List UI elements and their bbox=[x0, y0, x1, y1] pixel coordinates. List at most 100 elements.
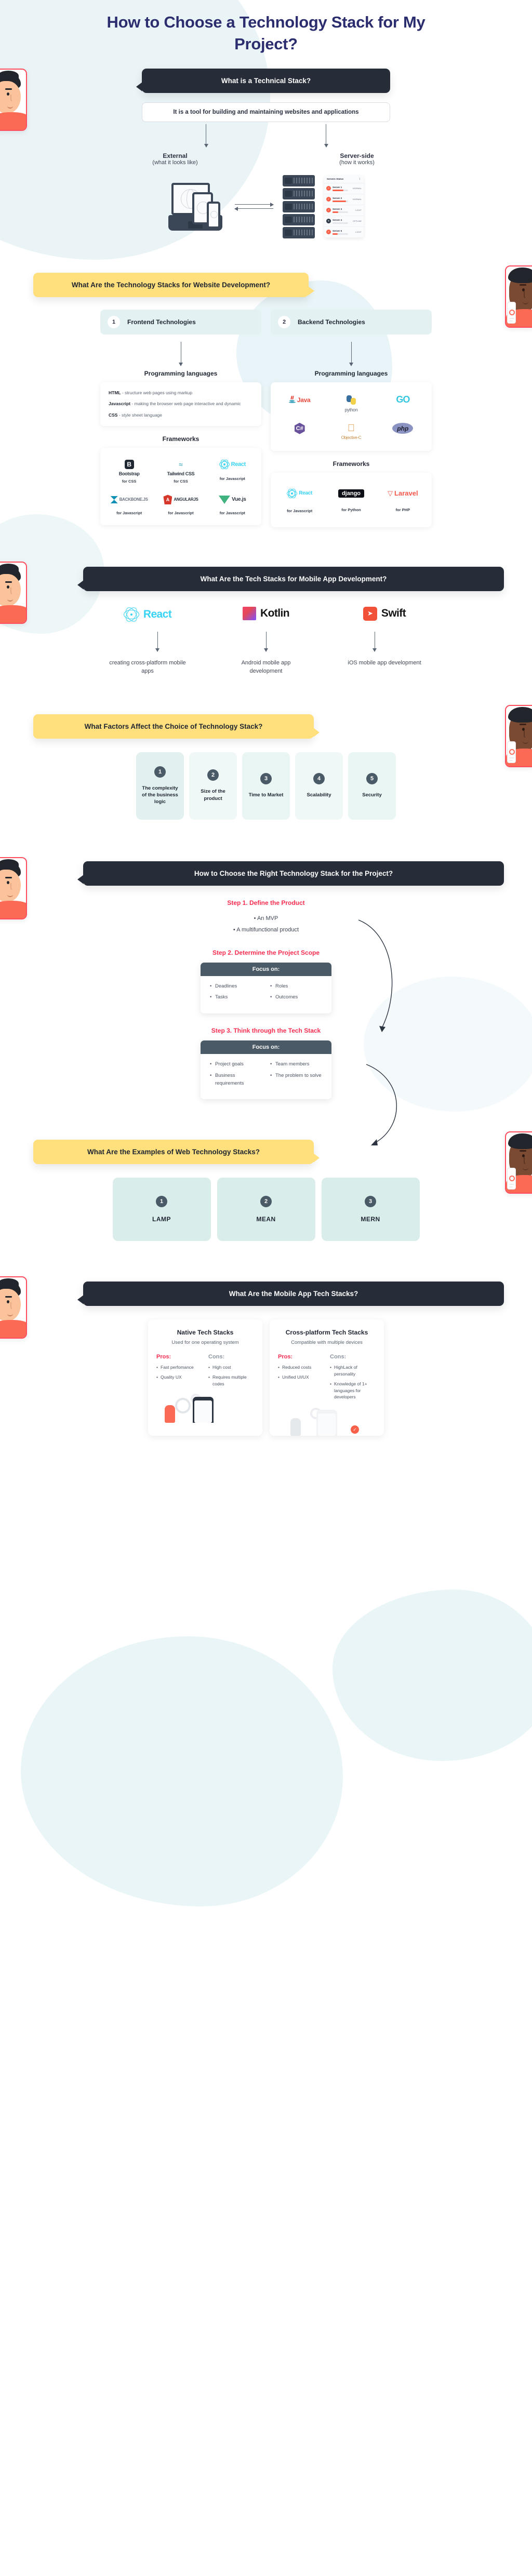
framework-caption: for PHP bbox=[395, 507, 410, 512]
example-card-lamp[interactable]: 1 LAMP bbox=[112, 1178, 211, 1242]
frontend-frameworks-card: B Bootstrap for CSS ≈ Tailwind CSS for C… bbox=[100, 447, 261, 525]
server-name: Server 1 bbox=[332, 185, 342, 189]
server-status-label: NORMAL bbox=[352, 198, 362, 201]
language-desc: - structure web pages using markup bbox=[121, 390, 193, 395]
vue-icon bbox=[219, 495, 231, 504]
language-csharp[interactable]: C# bbox=[274, 417, 325, 445]
server-name: Server 5 bbox=[332, 229, 342, 232]
progress-ring-icon bbox=[509, 1176, 515, 1182]
arrow-down-react bbox=[155, 631, 159, 652]
example-number: 2 bbox=[260, 1196, 272, 1208]
more-options-icon[interactable]: ⋮ bbox=[358, 178, 361, 181]
pros-label: Pros: bbox=[278, 1354, 293, 1360]
eyebrow-icon bbox=[520, 284, 526, 286]
check-badge-icon: ✓ bbox=[351, 1425, 359, 1434]
step1-title: Step 1. Define the Product bbox=[227, 899, 305, 906]
framework-react-be[interactable]: React for Javascript bbox=[274, 482, 325, 518]
mobile-item-react[interactable]: React bbox=[106, 605, 189, 624]
hair-top-shape bbox=[0, 70, 19, 81]
eyebrow-icon bbox=[5, 1296, 12, 1298]
pros-item: Unified UI/UX bbox=[278, 1374, 324, 1381]
avatar-left-3 bbox=[0, 857, 27, 919]
hair-top-shape bbox=[0, 1278, 19, 1289]
factor-card-3[interactable]: 3 Time to Market bbox=[242, 752, 290, 820]
factor-card-1[interactable]: 1 The complexity of the business logic bbox=[136, 752, 184, 820]
avatar-right-3 bbox=[505, 1131, 532, 1194]
question-bubble-4: What Factors Affect the Choice of Techno… bbox=[33, 714, 320, 739]
focus-label: Focus on: bbox=[201, 962, 331, 976]
backend-language-grid: Java python GO C# Objective-C php bbox=[274, 389, 429, 445]
focus-item: Tasks bbox=[210, 994, 262, 1002]
server-load-bar bbox=[332, 200, 348, 202]
framework-name: Bootstrap bbox=[118, 471, 140, 476]
framework-caption: for Javascript bbox=[168, 510, 194, 515]
hair-top-shape bbox=[0, 859, 19, 870]
shirt-shape bbox=[0, 112, 26, 130]
apple-icon:  bbox=[348, 423, 355, 433]
question-bubble-3: What Are the Tech Stacks for Mobile App … bbox=[77, 566, 504, 591]
framework-tailwind[interactable]: ≈ Tailwind CSS for CSS bbox=[155, 453, 206, 488]
avatar-face bbox=[506, 1132, 532, 1193]
example-number: 3 bbox=[365, 1196, 376, 1208]
cons-item: Requires multiple codes bbox=[208, 1374, 254, 1387]
backend-pill[interactable]: 2 Backend Technologies bbox=[271, 309, 432, 335]
language-name: Objective-C bbox=[341, 435, 362, 440]
background-blob-4 bbox=[21, 1636, 343, 1906]
cons-list: High cost Requires multiple codes bbox=[208, 1364, 254, 1387]
cons-item: HighLack of personality bbox=[330, 1364, 376, 1378]
native-illustration bbox=[156, 1393, 254, 1423]
mobile-tech-name: Swift bbox=[381, 607, 406, 620]
framework-laravel[interactable]: ▽ Laravel for PHP bbox=[377, 482, 429, 518]
language-objectivec[interactable]:  Objective-C bbox=[325, 417, 377, 445]
factor-number: 3 bbox=[260, 773, 272, 785]
factor-card-4[interactable]: 4 Scalability bbox=[295, 752, 343, 820]
framework-vue[interactable]: Vue.js for Javascript bbox=[207, 488, 258, 520]
example-label: MEAN bbox=[256, 1216, 276, 1223]
mobile-item-swift[interactable]: ➤ Swift bbox=[343, 606, 426, 622]
status-check-icon: ✓ bbox=[326, 197, 331, 202]
shirt-shape bbox=[0, 605, 26, 623]
step1-bullet-1: • An MVP bbox=[254, 915, 278, 922]
frontend-pill[interactable]: 1 Frontend Technologies bbox=[100, 309, 261, 335]
phone-icon bbox=[207, 201, 220, 229]
language-php[interactable]: php bbox=[377, 417, 429, 445]
react-icon bbox=[287, 487, 298, 500]
backend-languages-card: Java python GO C# Objective-C php bbox=[271, 382, 432, 451]
focus-body: Deadlines Tasks Roles Outcomes bbox=[201, 976, 331, 1013]
answer-box-1: It is a tool for building and maintainin… bbox=[142, 102, 390, 122]
page-title: How to Choose a Technology Stack for My … bbox=[107, 13, 425, 53]
eyebrow-icon bbox=[520, 1150, 526, 1152]
focus-body: Project goals Business requirements Team… bbox=[201, 1054, 331, 1099]
language-java[interactable]: Java bbox=[274, 389, 325, 417]
mobile-item-kotlin[interactable]: Kotlin bbox=[224, 606, 308, 622]
language-python[interactable]: python bbox=[325, 389, 377, 417]
framework-backbone[interactable]: BACKBONE.JS for Javascript bbox=[103, 488, 155, 520]
question-bubble-5: How to Choose the Right Technology Stack… bbox=[77, 861, 504, 886]
server-heading: Server-side bbox=[340, 152, 374, 159]
crossplatform-stack-card: Cross-platform Tech Stacks Compatible wi… bbox=[270, 1319, 384, 1436]
nose-icon bbox=[524, 730, 525, 738]
framework-angular[interactable]: A ANGULARJS for Javascript bbox=[155, 488, 206, 520]
infographic-page: How to Choose a Technology Stack for My … bbox=[0, 0, 532, 1457]
factor-card-2[interactable]: 2 Size of the product bbox=[189, 752, 237, 820]
pros-cons-columns: Pros: Reduced costs Unified UI/UX Cons: … bbox=[278, 1354, 376, 1404]
framework-react-fe[interactable]: React for Javascript bbox=[207, 453, 258, 488]
example-card-mean[interactable]: 2 MEAN bbox=[217, 1178, 315, 1242]
react-logo: React bbox=[106, 605, 189, 624]
example-card-mern[interactable]: 3 MERN bbox=[321, 1178, 420, 1242]
framework-django[interactable]: django for Python bbox=[325, 482, 377, 518]
cons-column: Cons: High cost Requires multiple codes bbox=[208, 1354, 254, 1390]
backend-number: 2 bbox=[278, 315, 290, 328]
eyebrow-icon bbox=[5, 876, 12, 878]
server-status-row: ✕ Server 4 OFFLINE bbox=[324, 216, 364, 227]
backend-lang-heading: Programming languages bbox=[314, 369, 388, 377]
framework-bootstrap[interactable]: B Bootstrap for CSS bbox=[103, 453, 155, 488]
pros-column: Pros: Fast perfomance Quality UX bbox=[156, 1354, 202, 1390]
framework-name: BACKBONE.JS bbox=[119, 497, 148, 502]
progress-ring-icon bbox=[509, 309, 515, 315]
factor-card-5[interactable]: 5 Security bbox=[348, 752, 396, 820]
language-go[interactable]: GO bbox=[377, 389, 429, 417]
pros-item: Quality UX bbox=[156, 1374, 202, 1381]
eye-icon bbox=[522, 727, 525, 731]
cons-item: Knowledge of 1+ languages for developers bbox=[330, 1381, 376, 1400]
